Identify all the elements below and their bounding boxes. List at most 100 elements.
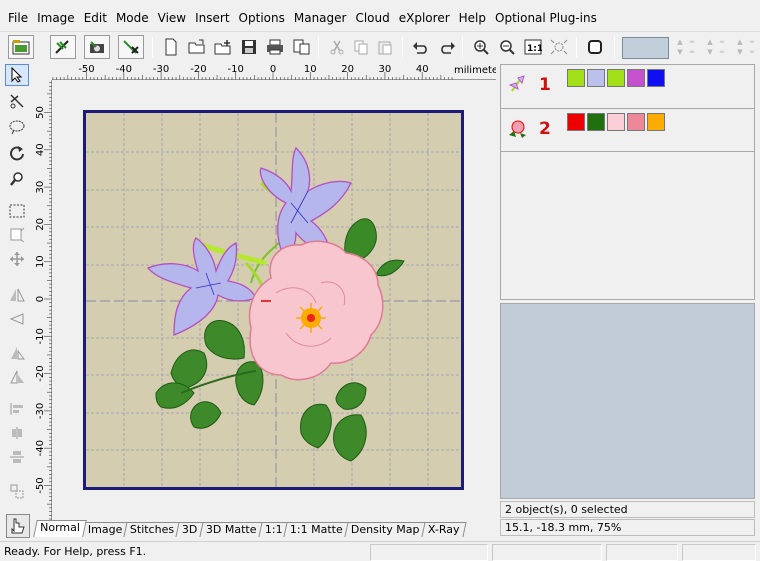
ruler-label: 20 xyxy=(35,218,46,231)
tab-stitches[interactable]: Stitches xyxy=(123,522,182,537)
spin-arrows-icon[interactable]: ▲ ▼ xyxy=(674,37,686,59)
ruler-label: 0 xyxy=(35,296,46,302)
menu-optional-plugins[interactable]: Optional Plug-ins xyxy=(493,8,604,28)
select-arrow-icon[interactable] xyxy=(5,64,29,86)
embroidery-hoop[interactable] xyxy=(83,110,464,490)
add-design-icon[interactable] xyxy=(210,35,236,59)
menu-manager[interactable]: Manager xyxy=(292,8,354,28)
cursor-coordinates: 15.1, -18.3 mm, 75% xyxy=(500,519,755,536)
new-file-icon[interactable] xyxy=(158,35,184,59)
color-swatch[interactable] xyxy=(627,69,645,87)
resize-icon xyxy=(5,224,29,246)
menu-bar: File Image Edit Mode View Insert Options… xyxy=(0,8,760,28)
spin-lines-icon[interactable]: ═ ═ xyxy=(746,37,758,59)
ruler-unit-label: milimeters xyxy=(454,65,496,76)
lasso-select-icon[interactable] xyxy=(5,90,29,112)
tab-image[interactable]: Image xyxy=(81,522,129,537)
delete-stitch-icon[interactable] xyxy=(118,35,144,59)
spin-arrows-icon[interactable]: ▲ ▼ xyxy=(704,37,716,59)
ruler-label: -40 xyxy=(35,440,46,456)
ruler-label: -30 xyxy=(35,403,46,419)
ruler-label: 10 xyxy=(35,255,46,268)
freehand-select-icon[interactable] xyxy=(5,116,29,138)
menu-explorer[interactable]: eXplorer xyxy=(397,8,457,28)
object-item-1[interactable]: 1 xyxy=(501,65,754,109)
zoom-fit-icon[interactable] xyxy=(546,35,572,59)
ruler-label: 0 xyxy=(270,64,276,75)
undo-icon[interactable] xyxy=(408,35,434,59)
color-swatch[interactable] xyxy=(627,113,645,131)
menu-insert[interactable]: Insert xyxy=(193,8,236,28)
flower-embroidery[interactable] xyxy=(86,113,461,487)
stitch-design-icon[interactable] xyxy=(50,35,76,59)
ruler-label: 40 xyxy=(416,64,429,75)
color-swatch[interactable] xyxy=(587,113,605,131)
open-folder-icon[interactable] xyxy=(184,35,210,59)
copy-icon xyxy=(348,35,374,59)
spin-lines-icon[interactable]: ═ ═ xyxy=(686,37,698,59)
save-icon[interactable] xyxy=(236,35,262,59)
tab-3d-matte[interactable]: 3D Matte xyxy=(199,522,264,537)
color-swatch[interactable] xyxy=(607,113,625,131)
paste-icon xyxy=(372,35,398,59)
menu-help[interactable]: Help xyxy=(457,8,493,28)
design-canvas[interactable] xyxy=(52,80,496,518)
status-pane xyxy=(492,544,602,561)
status-bar: Ready. For Help, press F1. xyxy=(0,541,760,561)
ruler-label: 30 xyxy=(35,181,46,194)
cut-icon xyxy=(324,35,350,59)
rectangle-select-icon[interactable] xyxy=(5,200,29,222)
color-swatch[interactable] xyxy=(567,113,585,131)
open-design-icon[interactable] xyxy=(8,35,34,59)
stop-icon[interactable] xyxy=(582,35,608,59)
print-preview-icon[interactable] xyxy=(288,35,314,59)
menu-cloud[interactable]: Cloud xyxy=(353,8,396,28)
zoom-out-icon[interactable] xyxy=(494,35,520,59)
menu-mode[interactable]: Mode xyxy=(114,8,156,28)
ruler-label: -20 xyxy=(190,64,206,75)
photo-capture-icon[interactable] xyxy=(84,35,110,59)
vertical-ruler: 50 40 30 20 10 0 -10 -20 -30 -40 -50 xyxy=(34,80,52,520)
menu-file[interactable]: File xyxy=(6,8,35,28)
actual-size-icon[interactable]: 1:1 xyxy=(520,35,546,59)
left-toolbox xyxy=(3,62,31,542)
ruler-label: 50 xyxy=(35,106,46,119)
menu-image[interactable]: Image xyxy=(35,8,82,28)
tab-density-map[interactable]: Density Map xyxy=(344,522,427,537)
view-tabs: Normal Image Stitches 3D 3D Matte 1:1 1:… xyxy=(33,520,495,537)
magnifier-icon[interactable] xyxy=(5,168,29,190)
print-icon[interactable] xyxy=(262,35,288,59)
redo-icon[interactable] xyxy=(434,35,460,59)
menu-edit[interactable]: Edit xyxy=(82,8,114,28)
app-window: File Image Edit Mode View Insert Options… xyxy=(0,0,760,561)
menu-options[interactable]: Options xyxy=(237,8,292,28)
main-toolbar: 1:1 ▲ ▼ ═ ═ ▲ ▼ ═ ═ ▲ ▼ ═ ═ xyxy=(0,31,760,60)
object-item-2[interactable]: 2 xyxy=(501,109,754,153)
svg-text:1:1: 1:1 xyxy=(527,44,542,54)
object-list-panel: 1 2 xyxy=(500,64,755,152)
rose-thumbnail-icon xyxy=(509,120,526,138)
object-number: 2 xyxy=(539,119,551,139)
zoom-in-icon[interactable] xyxy=(468,35,494,59)
thread-color-box[interactable] xyxy=(622,37,669,59)
tab-normal[interactable]: Normal xyxy=(33,520,87,537)
mirror-vertical-icon xyxy=(5,308,29,330)
color-swatch[interactable] xyxy=(587,69,605,87)
design-preview xyxy=(500,303,755,499)
ruler-label: -10 xyxy=(35,328,46,344)
rotate-icon[interactable] xyxy=(5,142,29,164)
color-swatch[interactable] xyxy=(567,69,585,87)
spin-arrows-icon[interactable]: ▲ ▼ xyxy=(734,37,746,59)
spin-lines-icon[interactable]: ═ ═ xyxy=(716,37,728,59)
color-swatch[interactable] xyxy=(647,113,665,131)
center-horizontal-icon xyxy=(5,422,29,444)
color-swatch[interactable] xyxy=(607,69,625,87)
tab-1-1-matte[interactable]: 1:1 Matte xyxy=(283,522,350,537)
menu-view[interactable]: View xyxy=(156,8,193,28)
skew-right-icon xyxy=(5,366,29,388)
ruler-label: -40 xyxy=(116,64,132,75)
view-mode-icon[interactable] xyxy=(6,514,30,538)
color-swatch[interactable] xyxy=(647,69,665,87)
selection-info: 2 object(s), 0 selected xyxy=(500,501,755,518)
tab-x-ray[interactable]: X-Ray xyxy=(420,522,466,537)
